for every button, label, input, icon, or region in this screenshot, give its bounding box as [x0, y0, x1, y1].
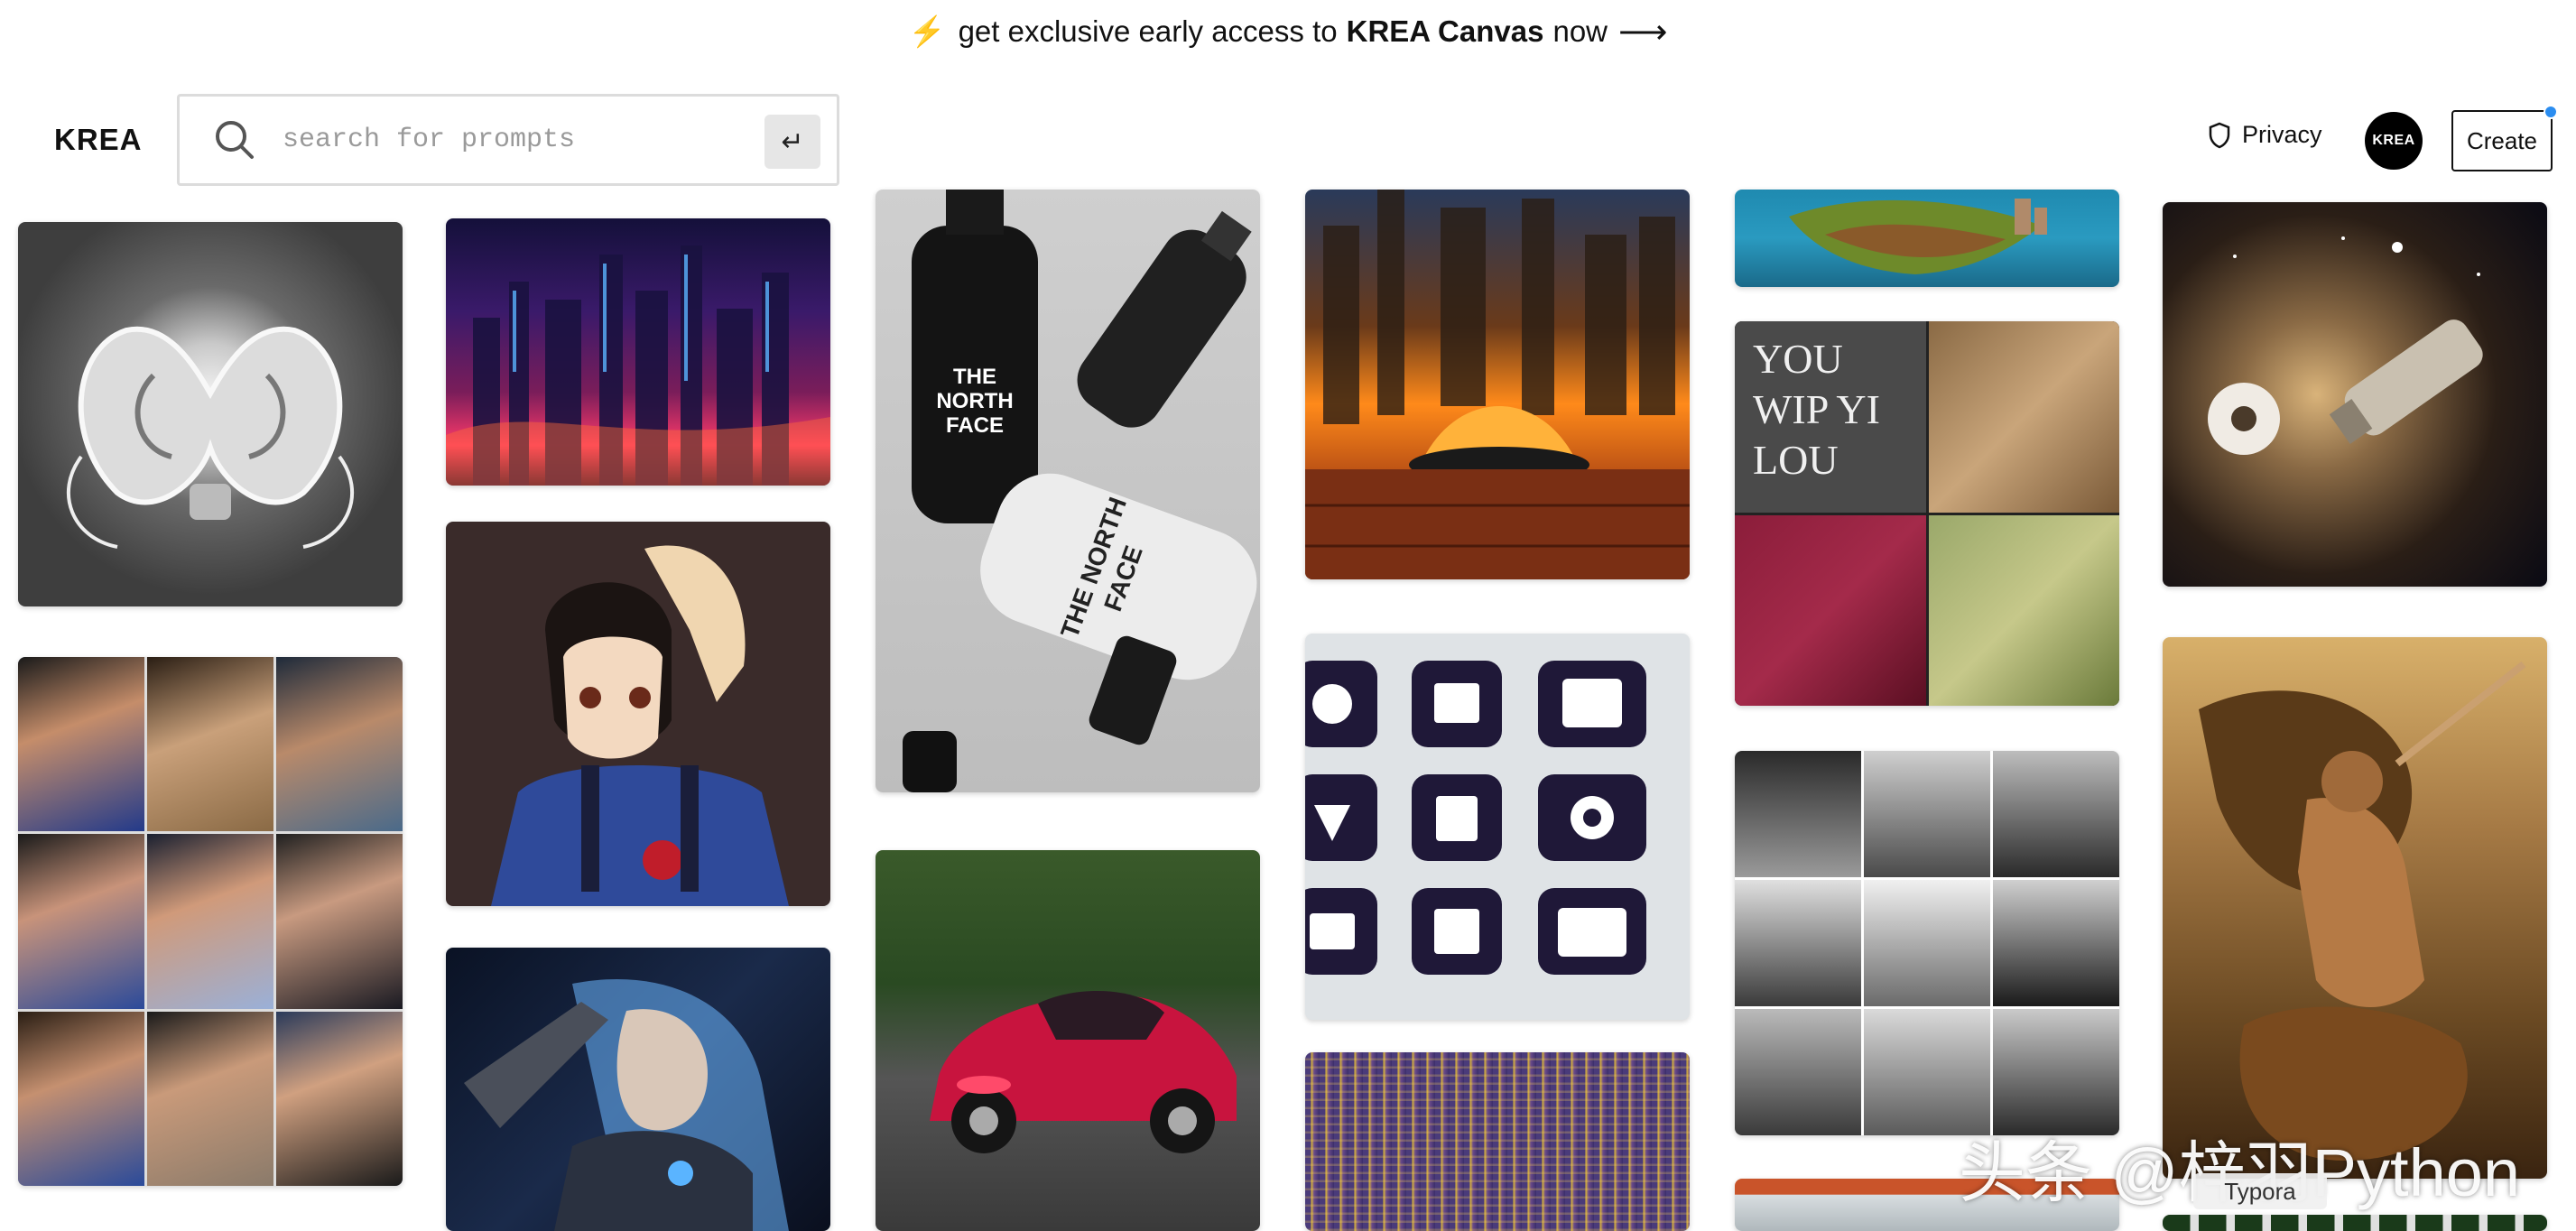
sports-car-art — [930, 991, 1237, 1153]
gallery-image-woman-portrait-grid[interactable] — [18, 657, 403, 1186]
collage-text: YOU WIP YI LOU — [1753, 336, 1880, 483]
arrow-right-icon: ⟶ — [1618, 13, 1668, 51]
typora-tooltip: Typora — [2193, 1173, 2327, 1209]
avatar[interactable]: KREA — [2365, 112, 2423, 170]
bottles-art: THE NORTH FACE THE NORTH FACE — [903, 190, 1257, 792]
spaceship-art — [2208, 236, 2483, 455]
gallery-image-typography-collage[interactable]: YOU WIP YI LOU — [1735, 321, 2119, 706]
gallery-image-partial-bottom[interactable] — [2163, 1215, 2547, 1231]
gallery-image-neon-city[interactable] — [446, 218, 830, 486]
gallery-image-cyber-girl[interactable] — [446, 948, 830, 1231]
create-button[interactable]: Create — [2451, 110, 2553, 171]
cyber-girl-art — [464, 978, 789, 1231]
city-skyline — [446, 245, 830, 486]
privacy-label: Privacy — [2242, 121, 2322, 148]
gallery-image-purple-gold-city[interactable] — [1305, 1052, 1690, 1231]
office-grid — [1735, 751, 2119, 1135]
city-lights-overlay — [1305, 1052, 1690, 1231]
logo[interactable]: KREA — [54, 123, 143, 157]
gallery-image-app-icons[interactable] — [1305, 634, 1690, 1020]
gallery-image-office-photos[interactable] — [1735, 751, 2119, 1135]
notification-dot — [2544, 105, 2558, 119]
app-icons-art — [1305, 661, 1646, 975]
promo-banner[interactable]: ⚡ get exclusive early access to KREA Can… — [0, 0, 2576, 63]
gallery-image-north-face-bottles[interactable]: THE NORTH FACE THE NORTH FACE — [876, 190, 1260, 792]
svg-text:THE: THE — [953, 365, 996, 389]
gallery-image-anime-girl[interactable] — [446, 522, 830, 906]
barbarian-art — [2199, 661, 2526, 1161]
gallery-image-chrome-lobster[interactable] — [18, 222, 403, 606]
banner-suffix: now — [1552, 14, 1608, 48]
gallery-image-red-sports-car[interactable] — [876, 850, 1260, 1231]
search-bar: ↵ — [177, 94, 839, 186]
burning-city-art — [1305, 190, 1690, 579]
privacy-link[interactable]: Privacy — [2208, 121, 2322, 149]
portrait-grid — [18, 657, 403, 1186]
anime-girl-art — [491, 545, 789, 906]
gallery-image-spaceship-nebula[interactable] — [2163, 202, 2547, 587]
lightning-icon: ⚡ — [908, 14, 946, 48]
enter-button[interactable]: ↵ — [764, 115, 820, 169]
gallery-image-burning-city[interactable] — [1305, 190, 1690, 579]
shield-icon — [2209, 122, 2230, 148]
island-art — [1789, 199, 2047, 274]
svg-text:NORTH: NORTH — [936, 389, 1013, 413]
search-input[interactable] — [283, 125, 752, 155]
lobster-art — [66, 326, 355, 549]
collage-grid: YOU WIP YI LOU — [1735, 321, 2119, 706]
svg-text:FACE: FACE — [946, 413, 1004, 438]
banner-prefix: get exclusive early access to — [958, 14, 1338, 48]
gallery-image-barbarian-dragon[interactable] — [2163, 637, 2547, 1179]
enter-icon: ↵ — [781, 126, 804, 157]
gallery-image-floating-island[interactable] — [1735, 190, 2119, 287]
search-icon — [212, 117, 257, 162]
banner-product: KREA Canvas — [1346, 14, 1544, 48]
